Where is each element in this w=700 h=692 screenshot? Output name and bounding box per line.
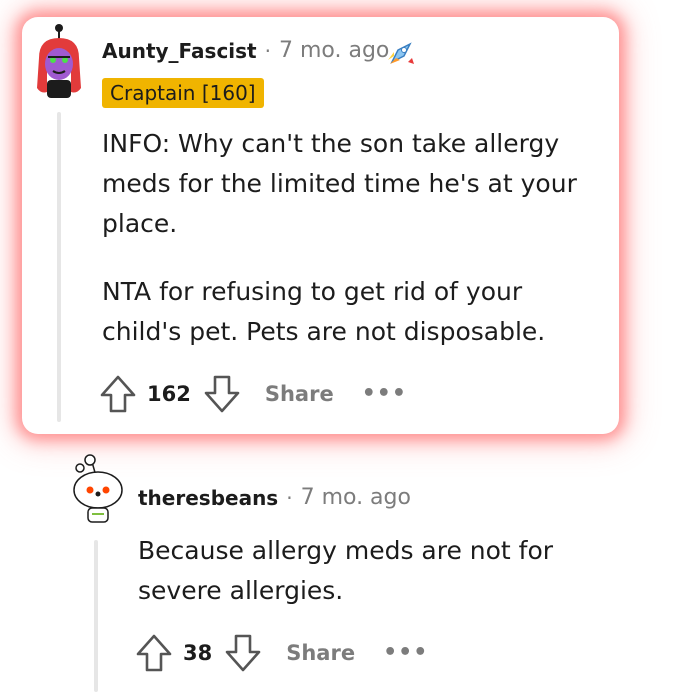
username[interactable]: Aunty_Fascist (102, 39, 257, 63)
user-flair: Craptain [160] (102, 78, 264, 108)
comment-actions: 162 Share ••• (99, 374, 407, 414)
comment-meta: Aunty_Fascist · 7 mo. ago (102, 38, 389, 63)
comment-body: INFO: Why can't the son take allergy med… (102, 124, 602, 352)
comment-paragraph: INFO: Why can't the son take allergy med… (102, 129, 577, 238)
user-avatar[interactable] (33, 22, 85, 100)
user-avatar[interactable] (70, 452, 126, 524)
upvote-arrow-icon (136, 634, 172, 672)
comment-paragraph: NTA for refusing to get rid of your chil… (102, 277, 546, 346)
upvote-arrow-icon (100, 375, 136, 413)
upvote-button[interactable] (135, 633, 173, 673)
share-button[interactable]: Share (286, 641, 355, 665)
thread-line[interactable] (94, 540, 98, 692)
downvote-arrow-icon (225, 634, 261, 672)
more-options-button[interactable]: ••• (383, 642, 428, 664)
timestamp[interactable]: 7 mo. ago (279, 38, 389, 63)
share-button[interactable]: Share (265, 382, 334, 406)
comment-meta: theresbeans · 7 mo. ago (138, 485, 411, 510)
avatar-icon (37, 24, 81, 98)
username[interactable]: theresbeans (138, 486, 278, 510)
comment-body: Because allergy meds are not for severe … (138, 531, 578, 611)
downvote-button[interactable] (224, 633, 262, 673)
comment-actions: 38 Share ••• (135, 633, 428, 673)
downvote-button[interactable] (203, 374, 241, 414)
separator: · (286, 485, 293, 510)
more-options-button[interactable]: ••• (362, 383, 407, 405)
rocket-award-icon[interactable] (386, 38, 416, 68)
vote-count: 162 (147, 382, 191, 406)
downvote-arrow-icon (204, 375, 240, 413)
snoo-avatar-icon (73, 454, 123, 523)
timestamp[interactable]: 7 mo. ago (301, 485, 411, 510)
upvote-button[interactable] (99, 374, 137, 414)
comment-paragraph: Because allergy meds are not for severe … (138, 536, 554, 605)
vote-count: 38 (183, 641, 213, 665)
comment-thread: Aunty_Fascist · 7 mo. ago Craptain [160]… (0, 0, 700, 692)
thread-line[interactable] (57, 112, 61, 422)
separator: · (264, 38, 271, 63)
